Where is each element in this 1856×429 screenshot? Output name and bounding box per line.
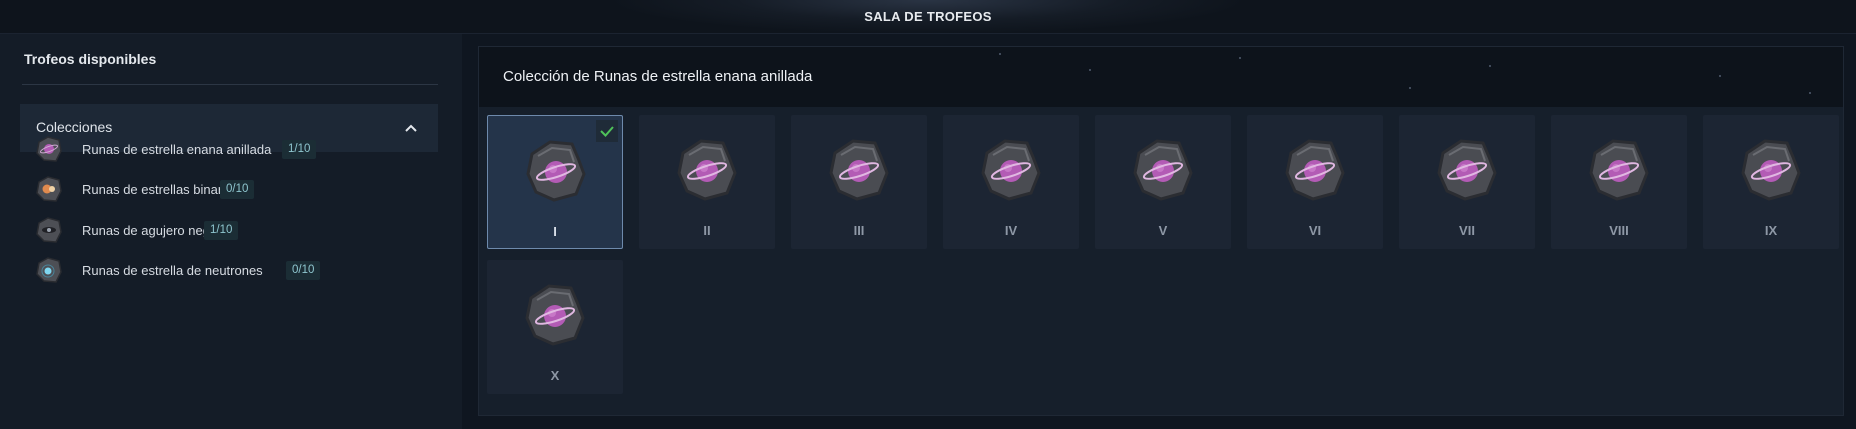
- rune-tile[interactable]: VIII: [1551, 115, 1687, 249]
- page-title: SALA DE TROFEOS: [864, 9, 992, 24]
- checkmark-icon: [600, 126, 614, 137]
- collection-item-binary-stars[interactable]: Runas de estrellas binarias 0/10: [34, 172, 434, 208]
- ringed-dwarf-star-rune-icon: [1285, 139, 1345, 201]
- ringed-dwarf-star-rune-icon: [1437, 139, 1497, 201]
- neutron-star-rune-icon: [36, 257, 62, 283]
- collection-count-badge: 1/10: [282, 140, 317, 159]
- collection-count-badge: 1/10: [204, 221, 239, 240]
- ringed-dwarf-star-rune-icon: [1741, 139, 1801, 201]
- top-bar: SALA DE TROFEOS: [0, 0, 1856, 34]
- collection-name: Runas de estrellas binarias: [82, 182, 239, 197]
- rune-numeral: X: [550, 368, 560, 383]
- star-decoration: [999, 53, 1001, 55]
- rune-tile[interactable]: IX: [1703, 115, 1839, 249]
- ringed-dwarf-star-rune-icon: [1133, 139, 1193, 201]
- ringed-dwarf-star-rune-icon: [677, 139, 737, 201]
- collection-item-neutron-star[interactable]: Runas de estrella de neutrones 0/10: [34, 253, 434, 289]
- collection-title: Colección de Runas de estrella enana ani…: [503, 68, 813, 85]
- rune-numeral: IV: [1004, 223, 1018, 238]
- binary-stars-rune-icon: [36, 176, 62, 202]
- star-decoration: [1089, 69, 1091, 71]
- collection-panel: Colección de Runas de estrella enana ani…: [478, 46, 1844, 416]
- collection-panel-header: Colección de Runas de estrella enana ani…: [479, 47, 1843, 107]
- rune-numeral: VI: [1308, 223, 1322, 238]
- rune-numeral: II: [703, 223, 711, 238]
- rune-tile[interactable]: VI: [1247, 115, 1383, 249]
- rune-tile[interactable]: VII: [1399, 115, 1535, 249]
- rune-tile[interactable]: V: [1095, 115, 1231, 249]
- rune-numeral: IX: [1764, 223, 1778, 238]
- star-decoration: [1719, 75, 1721, 77]
- sidebar: Trofeos disponibles Colecciones Runas de…: [0, 34, 462, 429]
- ringed-dwarf-star-rune-icon: [526, 140, 586, 202]
- sidebar-heading: Trofeos disponibles: [24, 51, 157, 67]
- rune-tile[interactable]: IV: [943, 115, 1079, 249]
- collection-name: Runas de agujero negro: [82, 223, 222, 238]
- star-decoration: [1409, 87, 1411, 89]
- rune-tile[interactable]: III: [791, 115, 927, 249]
- ringed-dwarf-star-rune-icon: [525, 284, 585, 346]
- collection-name: Runas de estrella de neutrones: [82, 263, 263, 278]
- ringed-dwarf-star-rune-icon: [829, 139, 889, 201]
- rune-numeral: I: [553, 224, 557, 239]
- rune-numeral: V: [1158, 223, 1168, 238]
- rune-numeral: VIII: [1609, 223, 1629, 238]
- rune-tile[interactable]: X: [487, 260, 623, 394]
- rune-tile[interactable]: II: [639, 115, 775, 249]
- sidebar-divider: [22, 84, 438, 85]
- star-decoration: [1489, 65, 1491, 67]
- collection-item-ringed-dwarf[interactable]: Runas de estrella enana anillada 1/10: [34, 132, 434, 168]
- collection-count-badge: 0/10: [286, 261, 321, 280]
- ringed-dwarf-star-rune-icon: [981, 139, 1041, 201]
- black-hole-rune-icon: [36, 217, 62, 243]
- star-decoration: [1809, 92, 1811, 94]
- ringed-dwarf-star-rune-icon: [36, 136, 62, 162]
- collection-name: Runas de estrella enana anillada: [82, 142, 272, 157]
- rune-numeral: VII: [1459, 223, 1475, 238]
- collection-count-badge: 0/10: [220, 180, 255, 199]
- ringed-dwarf-star-rune-icon: [1589, 139, 1649, 201]
- rune-tile[interactable]: I: [487, 115, 623, 249]
- rune-numeral: III: [853, 223, 865, 238]
- collected-badge: [596, 120, 618, 142]
- collection-item-black-hole[interactable]: Runas de agujero negro 1/10: [34, 213, 434, 249]
- star-decoration: [1239, 57, 1241, 59]
